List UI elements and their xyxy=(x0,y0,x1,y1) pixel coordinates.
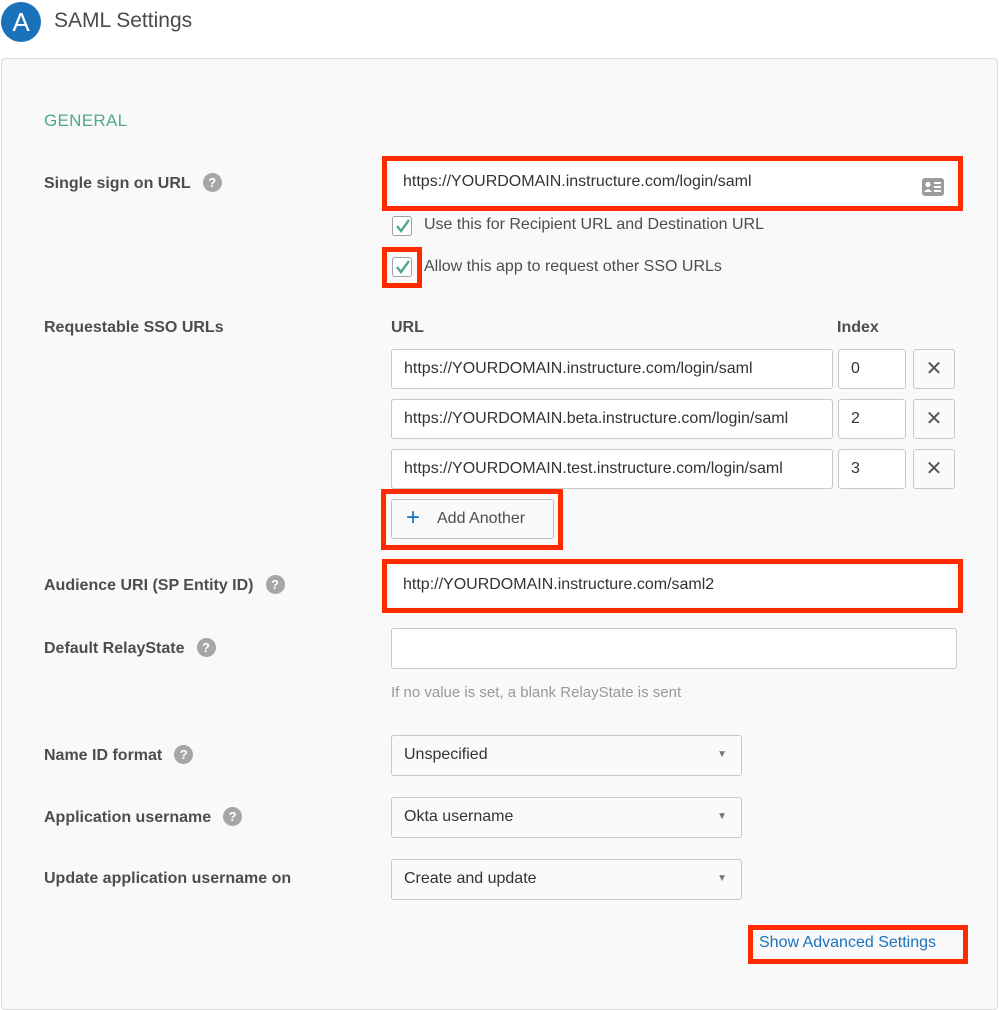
relaystate-hint: If no value is set, a blank RelayState i… xyxy=(391,684,682,701)
single-sign-on-url-label: Single sign on URL? xyxy=(44,173,222,193)
use-for-recipient-checkbox[interactable] xyxy=(392,216,412,236)
audience-uri-label: Audience URI (SP Entity ID)? xyxy=(44,575,285,595)
remove-url-button[interactable]: ✕ xyxy=(913,399,955,439)
requestable-sso-urls-label: Requestable SSO URLs xyxy=(44,319,224,336)
help-icon[interactable]: ? xyxy=(265,575,285,594)
input-value: https://YOURDOMAIN.instructure.com/login… xyxy=(403,173,752,190)
sso-index-input[interactable]: 2 xyxy=(838,399,906,439)
contact-card-icon[interactable] xyxy=(922,173,944,203)
help-icon[interactable]: ? xyxy=(202,173,222,192)
close-icon: ✕ xyxy=(925,458,943,480)
add-another-button[interactable]: + Add Another xyxy=(391,499,554,539)
sso-url-input[interactable]: https://YOURDOMAIN.instructure.com/login… xyxy=(391,349,833,389)
label-text: Application username xyxy=(44,809,212,826)
remove-url-button[interactable]: ✕ xyxy=(913,349,955,389)
label-text: Default RelayState xyxy=(44,640,185,657)
selected-value: Unspecified xyxy=(404,746,488,763)
dropdown-caret-icon: ▼ xyxy=(717,811,727,822)
dropdown-caret-icon: ▼ xyxy=(717,873,727,884)
url-column-header: URL xyxy=(391,319,424,336)
close-icon: ✕ xyxy=(925,358,943,380)
sso-url-input[interactable]: https://YOURDOMAIN.beta.instructure.com/… xyxy=(391,399,833,439)
sso-url-input[interactable]: https://YOURDOMAIN.test.instructure.com/… xyxy=(391,449,833,489)
update-username-on-select[interactable]: Create and update ▼ xyxy=(391,859,742,900)
use-for-recipient-label: Use this for Recipient URL and Destinati… xyxy=(424,216,765,233)
single-sign-on-url-input[interactable]: https://YOURDOMAIN.instructure.com/login… xyxy=(391,163,954,203)
plus-icon: + xyxy=(406,504,421,531)
help-icon[interactable]: ? xyxy=(196,638,216,657)
sso-index-input[interactable]: 3 xyxy=(838,449,906,489)
application-username-select[interactable]: Okta username ▼ xyxy=(391,797,742,838)
default-relaystate-input[interactable] xyxy=(391,628,957,669)
help-icon[interactable]: ? xyxy=(174,745,194,764)
section-title-general: GENERAL xyxy=(44,111,128,130)
dropdown-caret-icon: ▼ xyxy=(717,749,727,760)
application-username-label: Application username? xyxy=(44,807,243,827)
allow-other-sso-checkbox[interactable] xyxy=(392,257,412,277)
close-icon: ✕ xyxy=(925,408,943,430)
selected-value: Okta username xyxy=(404,808,514,825)
page-title: SAML Settings xyxy=(54,9,193,32)
label-text: Audience URI (SP Entity ID) xyxy=(44,577,254,594)
update-username-on-label: Update application username on xyxy=(44,870,292,887)
name-id-format-label: Name ID format? xyxy=(44,745,194,765)
checkmark-icon xyxy=(396,260,410,274)
checkmark-icon xyxy=(396,219,410,233)
label-text: Name ID format xyxy=(44,747,163,764)
default-relaystate-label: Default RelayState? xyxy=(44,638,216,658)
selected-value: Create and update xyxy=(404,870,537,887)
label-text: Single sign on URL xyxy=(44,175,191,192)
saml-settings-panel: GENERAL Single sign on URL? https://YOUR… xyxy=(1,58,998,1010)
help-icon[interactable]: ? xyxy=(223,807,243,826)
allow-other-sso-label: Allow this app to request other SSO URLs xyxy=(424,258,722,275)
header: A SAML Settings xyxy=(0,0,999,50)
audience-uri-input[interactable]: http://YOURDOMAIN.instructure.com/saml2 xyxy=(391,566,954,606)
sso-index-input[interactable]: 0 xyxy=(838,349,906,389)
show-advanced-settings-link[interactable]: Show Advanced Settings xyxy=(759,934,936,952)
remove-url-button[interactable]: ✕ xyxy=(913,449,955,489)
name-id-format-select[interactable]: Unspecified ▼ xyxy=(391,735,742,776)
index-column-header: Index xyxy=(837,319,879,336)
app-logo: A xyxy=(1,2,41,42)
add-another-label: Add Another xyxy=(437,510,526,527)
